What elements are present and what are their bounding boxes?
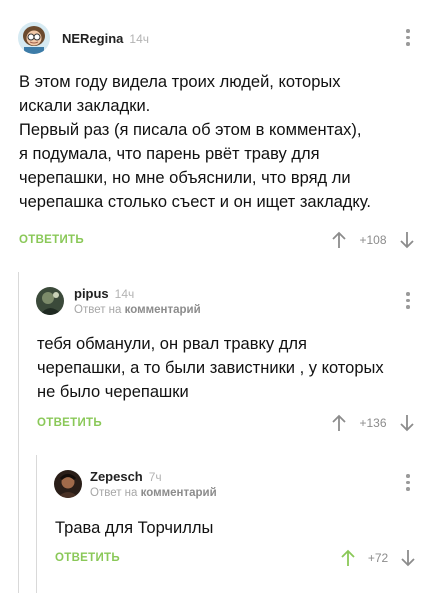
username[interactable]: pipus [74, 286, 109, 301]
comment-header: NERegina 14ч [18, 22, 149, 54]
username[interactable]: NERegina [62, 31, 123, 46]
comment-text: В этом году видела троих людей, которых … [19, 73, 371, 211]
arrow-down-icon[interactable] [399, 548, 417, 568]
reply-to-prefix: Ответ на [90, 487, 138, 499]
avatar-pipus-icon [36, 287, 64, 315]
rating: +108 [359, 233, 387, 247]
timestamp[interactable]: 14ч [115, 287, 135, 301]
vote-controls: +136 [330, 413, 416, 433]
arrow-down-icon[interactable] [398, 230, 416, 250]
comment-meta: Zepesch 7ч Ответ на комментарий [90, 469, 217, 499]
reply-to-link[interactable]: комментарий [141, 487, 217, 499]
comment-meta: pipus 14ч Ответ на комментарий [74, 286, 201, 316]
arrow-up-icon[interactable] [330, 413, 348, 433]
username[interactable]: Zepesch [90, 469, 143, 484]
vote-controls: +108 [330, 230, 416, 250]
arrow-up-icon[interactable] [330, 230, 348, 250]
more-vertical-icon[interactable] [405, 29, 411, 46]
reply-to: Ответ на комментарий [74, 304, 201, 316]
comment-meta: NERegina 14ч [62, 31, 149, 46]
avatar-zepesch-icon [54, 470, 82, 498]
more-vertical-icon[interactable] [405, 474, 411, 491]
comment-header: Zepesch 7ч Ответ на комментарий [54, 469, 217, 499]
reply-to-link[interactable]: комментарий [125, 304, 201, 316]
reply-button[interactable]: ОТВЕТИТЬ [55, 552, 120, 564]
comment-text: Трава для Торчиллы [55, 519, 214, 537]
avatar-neregina-icon [18, 22, 50, 54]
avatar[interactable] [54, 470, 82, 498]
thread-line-level-2 [36, 455, 37, 593]
reply-to-prefix: Ответ на [74, 304, 122, 316]
more-vertical-icon[interactable] [405, 292, 411, 309]
thread-line-level-1 [18, 272, 19, 593]
timestamp[interactable]: 14ч [129, 32, 149, 46]
comment-header: pipus 14ч Ответ на комментарий [36, 286, 201, 316]
reply-button[interactable]: ОТВЕТИТЬ [19, 234, 84, 246]
avatar[interactable] [18, 22, 50, 54]
arrow-down-icon[interactable] [398, 413, 416, 433]
vote-controls: +72 [339, 548, 417, 568]
avatar[interactable] [36, 287, 64, 315]
rating: +72 [367, 551, 389, 565]
rating: +136 [359, 416, 387, 430]
timestamp[interactable]: 7ч [149, 470, 162, 484]
arrow-up-icon[interactable] [339, 548, 357, 568]
reply-button[interactable]: ОТВЕТИТЬ [37, 417, 102, 429]
reply-to: Ответ на комментарий [90, 487, 217, 499]
comment-text: тебя обманули, он рвал травку для черепа… [37, 335, 384, 401]
